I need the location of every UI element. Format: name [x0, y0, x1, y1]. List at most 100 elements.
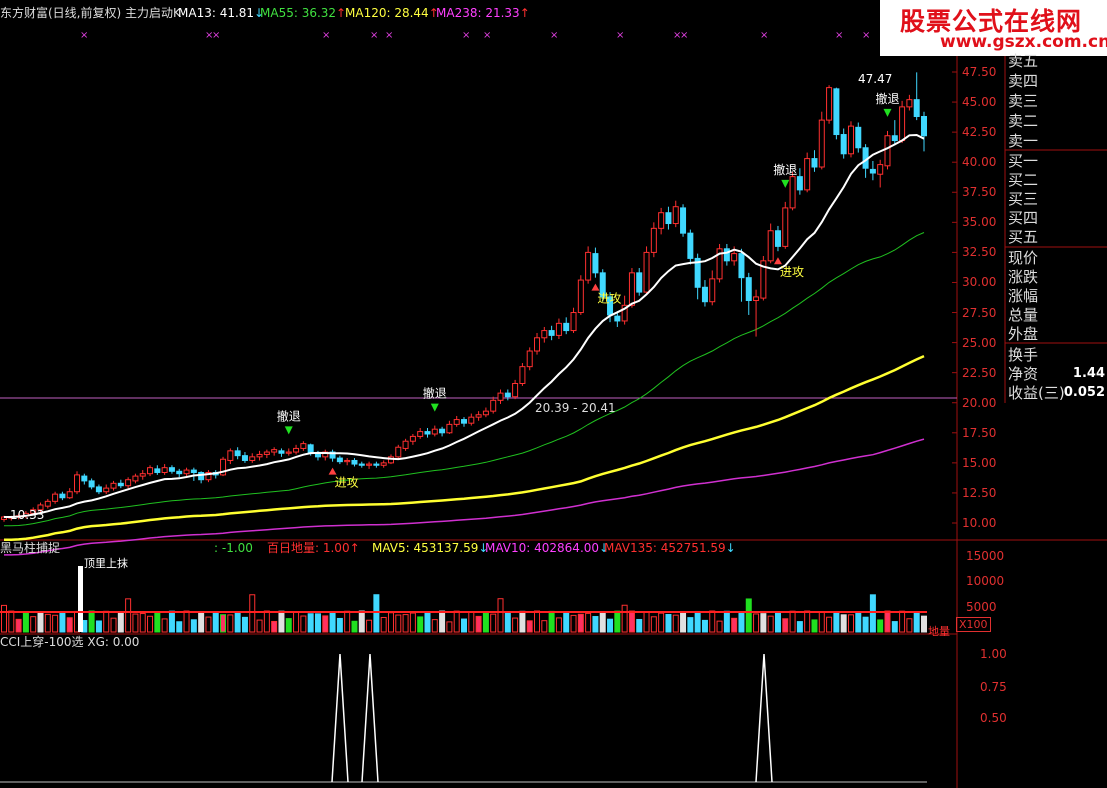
volume-bar [88, 610, 95, 633]
top-x-marker: × [483, 30, 491, 41]
candle-body [293, 447, 300, 453]
cci-indicator-name: CCI上穿-100选 XG: 0.00 [0, 635, 140, 649]
volume-bar [753, 613, 760, 633]
candle-body [373, 463, 380, 466]
ma238-text: MA238: 21.33 [436, 6, 520, 20]
quote-value: 0.052 [1063, 385, 1105, 400]
candle-body [190, 469, 197, 473]
volume-bar [482, 612, 489, 633]
volume-bar [147, 615, 154, 633]
candle-body [833, 88, 840, 136]
volume-v1: : -1.00 [214, 541, 253, 555]
candle-body [300, 443, 307, 449]
price-tick: 20.00 [962, 395, 997, 410]
volume-bar [22, 611, 29, 633]
volume-bar [818, 611, 825, 633]
price-tick: 30.00 [962, 275, 997, 290]
volume-bar [358, 610, 365, 633]
volume-bar [183, 610, 190, 633]
candle-body [110, 482, 117, 489]
price-tick: 17.50 [962, 425, 997, 440]
volume-bar [804, 610, 811, 633]
candle-body [796, 176, 803, 191]
volume-bar [417, 616, 424, 633]
top-x-marker: × [370, 30, 378, 41]
volume-bar [198, 611, 205, 633]
candle-body [431, 428, 438, 435]
volume-bar [15, 618, 22, 633]
volume-bar [110, 617, 117, 633]
volume-bar [731, 617, 738, 633]
volume-bar [285, 618, 292, 633]
candle-body [891, 135, 898, 142]
candle-body [44, 500, 51, 507]
candle-body [132, 475, 139, 482]
candle-body [468, 416, 475, 424]
volume-bar [8, 610, 15, 633]
quote-label: 收益(三) [1008, 384, 1065, 402]
volume-bar [168, 610, 175, 633]
ma120-text: MA120: 28.44 [345, 6, 429, 20]
mav5-text: MAV5: 453137.59 [372, 541, 479, 555]
volume-bar [512, 617, 519, 633]
volume-bar [249, 594, 256, 633]
volume-bar [241, 616, 248, 633]
volume-bar [599, 611, 606, 633]
cci-tick: 0.50 [980, 711, 1007, 725]
candle-body [446, 423, 453, 434]
retreat-label: 撤退 [277, 408, 301, 423]
volume-bar [366, 619, 373, 633]
grid-lines [0, 0, 1107, 788]
retreat-label: 撤退 [875, 91, 899, 106]
volume-bar [767, 615, 774, 633]
retreat-arrow-icon [883, 108, 892, 117]
low-volume-tag: 地量 [928, 625, 950, 638]
volume-bar [621, 604, 628, 633]
quote-label: 买三 [1008, 190, 1039, 208]
attack-arrow-icon [591, 283, 600, 291]
volume-bars[interactable] [0, 566, 927, 633]
volume-bar [461, 618, 467, 633]
ma238-value: MA238: 21.33↑ [436, 6, 530, 20]
volume-bar [453, 610, 460, 633]
volume-bar [826, 616, 833, 633]
candlestick-series[interactable] [1, 72, 927, 522]
candle-body [921, 115, 927, 137]
candle-body [701, 286, 708, 303]
candle-body [139, 473, 146, 477]
volume-bar [519, 610, 526, 633]
candle-body [723, 248, 730, 262]
site-logo: 股票公式在线网 www.gszx.com.cn [880, 0, 1107, 56]
candle-body [278, 450, 285, 454]
volume-bar [563, 612, 570, 633]
volume-bar [899, 610, 906, 633]
candle-body [687, 232, 694, 259]
quote-label: 买五 [1008, 228, 1039, 246]
candle-body [782, 207, 789, 247]
price-tick: 40.00 [962, 155, 997, 170]
volume-bar [906, 618, 913, 633]
candle-body [183, 469, 190, 475]
candle-body [738, 253, 745, 279]
candle-body [658, 212, 665, 229]
volume-bar [402, 614, 409, 633]
volume-bar [95, 620, 102, 633]
volume-bar [431, 619, 438, 633]
kline-window: 撤退 撤退 撤退 撤退 进攻 进攻 进攻 × × × × × × × × × × × × × × × 东方财富(日线,前… [0, 0, 1107, 788]
candle-body [504, 392, 511, 398]
quote-label: 卖三 [1008, 92, 1039, 110]
volume-bar [585, 612, 592, 633]
quote-label: 换手 [1008, 346, 1039, 364]
volume-bar [125, 598, 132, 633]
candle-body [95, 486, 102, 493]
cci-spike [755, 653, 773, 783]
volume-bar [409, 612, 416, 633]
top-x-marker: × [212, 30, 220, 41]
candle-body [161, 467, 168, 473]
cci-spike [361, 653, 379, 783]
volume-bar [176, 621, 183, 633]
candle-body [628, 272, 635, 306]
candle-body [855, 126, 862, 149]
price-tick: 47.50 [962, 65, 997, 79]
volume-bar [314, 613, 321, 633]
